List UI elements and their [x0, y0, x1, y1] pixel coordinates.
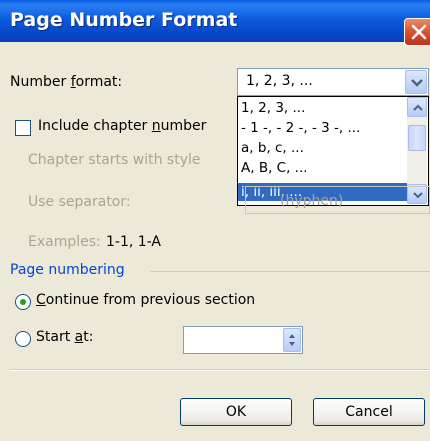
spinner-buttons[interactable]	[283, 328, 301, 352]
radio-selected-dot	[20, 299, 26, 305]
number-format-dropdown[interactable]: 1, 2, 3, ...	[237, 68, 429, 96]
start-at-radio[interactable]	[15, 331, 31, 347]
list-item[interactable]: A, B, C, ...	[238, 159, 408, 177]
list-item[interactable]: a, b, c, ...	[238, 139, 408, 157]
separator-value: (hyphen)	[280, 193, 344, 209]
chevron-down-icon	[411, 79, 423, 87]
separator-dropdown[interactable]: (hyphen)	[245, 186, 430, 214]
start-at-spinner[interactable]	[183, 326, 303, 354]
page-numbering-group-label: Page numbering	[10, 262, 125, 278]
start-at-label: Start at:	[36, 329, 94, 345]
close-icon	[411, 24, 427, 40]
list-item[interactable]: - 1 -, - 2 -, - 3 -, ...	[238, 119, 408, 137]
examples-value: 1-1, 1-A	[106, 234, 161, 250]
chapter-style-label: Chapter starts with style	[28, 152, 201, 168]
title-bar: Page Number Format	[0, 0, 430, 42]
ok-button[interactable]: OK	[180, 398, 292, 426]
continue-label: Continue from previous section	[36, 292, 256, 308]
number-format-label: Number format:	[10, 74, 123, 90]
dropdown-button[interactable]	[405, 70, 427, 94]
examples-label: Examples:	[28, 234, 101, 250]
scroll-up-button[interactable]	[407, 97, 427, 117]
include-chapter-label: Include chapter number	[38, 118, 207, 134]
dialog-title: Page Number Format	[10, 9, 238, 31]
chevron-up-icon	[413, 104, 423, 111]
separator-line	[10, 369, 430, 371]
separator-label: Use separator:	[28, 194, 131, 210]
number-format-selected-value: 1, 2, 3, ...	[246, 73, 313, 89]
scroll-thumb[interactable]	[408, 125, 426, 151]
cancel-button[interactable]: Cancel	[313, 398, 425, 426]
close-button[interactable]	[404, 18, 430, 46]
continue-radio[interactable]	[15, 294, 31, 310]
include-chapter-checkbox[interactable]	[15, 120, 31, 136]
spin-arrows-icon	[289, 334, 295, 346]
list-item[interactable]: 1, 2, 3, ...	[238, 99, 408, 117]
group-divider	[150, 271, 430, 272]
